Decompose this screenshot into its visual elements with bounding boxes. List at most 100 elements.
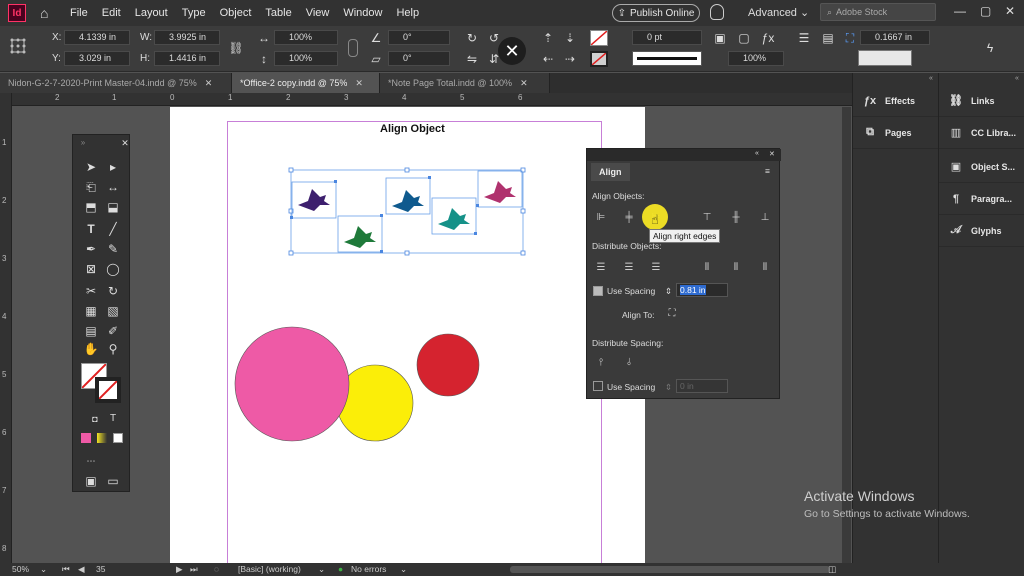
pencil-tool-icon[interactable]: ✎ (105, 241, 121, 257)
profile-label[interactable]: [Basic] (working) (238, 564, 301, 574)
note-tool-icon[interactable]: ▤ (83, 323, 99, 339)
content-placer-icon[interactable]: ⬓ (105, 199, 121, 215)
distribute-vertical-centers-icon[interactable]: ☰ (622, 261, 636, 274)
distribute-top-edges-icon[interactable]: ☰ (594, 261, 608, 274)
align-to-selection-icon[interactable]: ⛶ (665, 307, 679, 320)
panel-object-styles[interactable]: ▣ Object S... (939, 151, 1024, 183)
align-bottom-edges-icon[interactable]: ⊥ (758, 211, 772, 224)
distribute-vertical-space-icon[interactable]: ⫯ (594, 356, 608, 369)
selection-handle[interactable] (404, 250, 410, 256)
tab-align[interactable]: Align (591, 163, 630, 181)
selection-handle[interactable] (288, 250, 294, 256)
direct-selection-tool-icon[interactable]: ▸ (105, 159, 121, 175)
panel-collapse-icon[interactable]: « (929, 75, 933, 82)
zoom-tool-icon[interactable]: ⚲ (105, 341, 121, 357)
hand-tool-icon[interactable]: ✋ (83, 341, 99, 357)
tooltip: Align right edges (649, 229, 721, 243)
red-circle[interactable] (416, 333, 480, 397)
bird-shape[interactable] (392, 190, 424, 212)
apply-color-icon[interactable] (81, 433, 91, 443)
formatting-text-icon[interactable]: T (105, 411, 121, 427)
selection-tool-icon[interactable]: ➤ (83, 159, 99, 175)
gradient-feather-tool-icon[interactable]: ▧ (105, 303, 121, 319)
activate-windows-subtitle: Go to Settings to activate Windows. (804, 508, 970, 520)
previous-page-icon[interactable]: ◀ (78, 564, 85, 575)
pen-tool-icon[interactable]: ✒ (83, 241, 99, 257)
close-panel-icon[interactable]: ✕ (117, 135, 133, 151)
page-tool-icon[interactable]: ⎗ (83, 179, 99, 195)
panel-collapse-icon[interactable]: » (75, 135, 91, 151)
rectangle-frame-tool-icon[interactable]: ⊠ (83, 261, 99, 277)
align-horizontal-centers-icon[interactable]: ╪ (622, 211, 636, 224)
spacing-field[interactable]: 0.81 in (676, 283, 728, 297)
panel-cc-libraries[interactable]: ▥ CC Libra... (939, 117, 1024, 149)
bird-shape[interactable] (298, 189, 330, 211)
selection-handle[interactable] (288, 167, 294, 173)
bird-shape[interactable] (344, 226, 376, 248)
chevron-down-icon[interactable]: ⌄ (318, 564, 325, 575)
panel-header[interactable]: « ✕ (587, 149, 781, 161)
panel-paragraph-styles[interactable]: ¶ Paragra... (939, 183, 1024, 215)
gradient-swatch-tool-icon[interactable]: ▦ (83, 303, 99, 319)
chevron-down-icon[interactable]: ⌄ (400, 564, 407, 575)
pages-icon: ⧉ (866, 126, 874, 138)
scissors-tool-icon[interactable]: ✂ (83, 283, 99, 299)
use-spacing-checkbox[interactable] (593, 286, 603, 296)
line-tool-icon[interactable]: ╱ (105, 221, 121, 237)
panel-toggle-icon[interactable]: ◫ (828, 564, 836, 575)
hand-cursor-icon: ☝ (651, 212, 659, 227)
align-to-label: Align To: (622, 310, 655, 320)
distribute-left-edges-icon[interactable]: ⫴ (700, 261, 714, 274)
panel-effects[interactable]: ƒx Effects (853, 85, 939, 117)
spacing-stepper-icon[interactable]: ⇕ (665, 286, 672, 297)
apply-none-icon[interactable] (113, 433, 123, 443)
screen-mode-icon[interactable]: ⋯ (83, 453, 99, 469)
selection-handle[interactable] (520, 208, 526, 214)
close-panel-icon[interactable]: ✕ (769, 150, 775, 158)
panel-pages[interactable]: ⧉ Pages (853, 117, 939, 149)
eyedropper-tool-icon[interactable]: ✐ (105, 323, 121, 339)
bird-shape[interactable] (438, 208, 470, 230)
formatting-container-icon[interactable]: ◘ (87, 411, 103, 427)
errors-label: No errors (351, 564, 387, 574)
panel-collapse-icon[interactable]: « (755, 150, 759, 157)
selection-handle[interactable] (520, 250, 526, 256)
panel-menu-icon[interactable]: ≡ (765, 166, 770, 176)
chevron-down-icon[interactable]: ⌄ (40, 564, 47, 575)
panel-glyphs[interactable]: 𝒜 Glyphs (939, 215, 1024, 247)
selection-handle[interactable] (404, 167, 410, 173)
apply-gradient-icon[interactable] (97, 433, 107, 443)
ellipse-tool-icon[interactable]: ◯ (105, 261, 121, 277)
distribute-bottom-edges-icon[interactable]: ☰ (649, 261, 663, 274)
bird-shape[interactable] (484, 181, 516, 203)
normal-view-icon[interactable]: ▣ (83, 473, 99, 489)
last-page-icon[interactable]: ⏭ (190, 564, 198, 575)
spacing-stepper-icon[interactable]: ⇕ (665, 382, 672, 393)
spacing-field-2[interactable]: 0 in (676, 379, 728, 393)
tools-panel: » ✕ ➤ ▸ ⎗ ↔ ⬒ ⬓ T ╱ ✒ ✎ ⊠ ◯ ✂ ↻ ▦ ▧ ▤ ✐ … (72, 134, 130, 492)
align-vertical-centers-icon[interactable]: ╫ (729, 211, 743, 224)
gap-tool-icon[interactable]: ↔ (105, 179, 121, 195)
stroke-color-swatch[interactable] (95, 377, 121, 403)
distribute-spacing-label: Distribute Spacing: (592, 338, 664, 348)
horizontal-scrollbar[interactable] (510, 566, 830, 573)
panel-links[interactable]: ⛓ Links (939, 85, 1024, 117)
align-left-edges-icon[interactable]: ⊫ (594, 211, 608, 224)
distribute-horizontal-space-icon[interactable]: ⫰ (622, 356, 636, 369)
free-transform-tool-icon[interactable]: ↻ (105, 283, 121, 299)
align-top-edges-icon[interactable]: ⊤ (700, 211, 714, 224)
use-spacing-label-2: Use Spacing (607, 382, 656, 392)
panel-pages-label: Pages (885, 127, 912, 138)
panel-collapse-icon[interactable]: « (1015, 75, 1019, 82)
content-collector-icon[interactable]: ⬒ (83, 199, 99, 215)
preview-mode-icon[interactable]: ▭ (105, 473, 121, 489)
distribute-right-edges-icon[interactable]: ⫴ (758, 261, 772, 274)
distribute-horizontal-centers-icon[interactable]: ⫴ (729, 261, 743, 274)
next-page-icon[interactable]: ▶ (176, 564, 183, 575)
first-page-icon[interactable]: ⏮ (62, 564, 70, 575)
page-number-field[interactable]: 35 (96, 564, 105, 574)
pink-circle[interactable] (234, 326, 350, 442)
type-tool-icon[interactable]: T (83, 221, 99, 237)
zoom-level[interactable]: 50% (12, 564, 29, 574)
use-spacing-checkbox-2[interactable] (593, 381, 603, 391)
